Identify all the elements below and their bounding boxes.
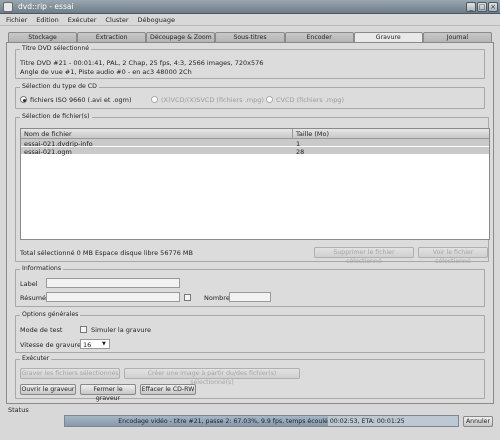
- burn-speed-label: Vitesse de gravure: [20, 341, 81, 349]
- simulate-label: Simuler la gravure: [91, 326, 152, 334]
- menu-edition[interactable]: Edition: [30, 14, 62, 24]
- summary-checkbox[interactable]: [184, 294, 191, 301]
- create-image-button[interactable]: Créer une image à partir du/des fichier(…: [124, 368, 300, 386]
- tab-extraction[interactable]: Extraction: [77, 32, 147, 42]
- dropdown-arrow-icon: ▼: [102, 341, 106, 347]
- close-burner-button[interactable]: Fermer le graveur: [80, 384, 136, 402]
- burn-speed-value: 16: [83, 341, 92, 349]
- label-input[interactable]: [46, 278, 180, 288]
- maximize-icon[interactable]: □: [477, 2, 487, 12]
- progress-text: Encodage vidéo - titre #21, passe 2: 67.…: [118, 418, 405, 425]
- label-field-label: Label: [20, 280, 38, 288]
- dvd-title-info: Titre DVD #21 - 00:01:41, PAL, 2 Chap, 2…: [20, 59, 264, 67]
- row-filename: essai-021.ogm: [24, 147, 72, 156]
- status-label: Status: [8, 406, 29, 414]
- summary-field-label: Résumé: [20, 294, 47, 302]
- file-selection-group: Sélection de fichier(s) Nom de fichier T…: [15, 113, 490, 265]
- iso-radio-label: fichiers ISO 9660 (.avi et .ogm): [30, 96, 132, 104]
- view-file-button[interactable]: Voir le fichier sélectionné: [418, 247, 488, 265]
- execute-header: Exécuter: [20, 355, 52, 362]
- column-filename[interactable]: Nom de fichier: [21, 129, 293, 139]
- window-title: dvd::rip - essai: [18, 2, 74, 11]
- file-table[interactable]: Nom de fichier Taille (Mo) essai-021.dvd…: [20, 128, 490, 240]
- general-options-group: Options générales Mode de test Simuler l…: [15, 311, 485, 353]
- close-icon[interactable]: ×: [488, 2, 498, 12]
- cvcd-radio[interactable]: [266, 96, 273, 103]
- cd-type-header: Sélection du type de CD: [20, 83, 99, 90]
- tab-sous-titres[interactable]: Sous-titres: [215, 32, 285, 42]
- number-field-label: Nombre: [204, 294, 230, 302]
- menu-bar: Fichier Edition Exécuter Cluster Déboguage: [0, 14, 500, 26]
- tab-gravure[interactable]: Gravure: [353, 32, 423, 42]
- cvcd-radio-label: CVCD (fichiers .mpg): [276, 96, 345, 104]
- general-options-header: Options générales: [20, 311, 81, 318]
- cd-type-group: Sélection du type de CD fichiers ISO 966…: [15, 83, 485, 109]
- menu-fichier[interactable]: Fichier: [0, 14, 30, 24]
- gravure-panel: Titre DVD sélectionné Titre DVD #21 - 00…: [6, 42, 494, 404]
- menu-cluster[interactable]: Cluster: [99, 14, 131, 24]
- test-mode-label: Mode de test: [20, 326, 63, 334]
- tab-encoder[interactable]: Encoder: [284, 32, 354, 42]
- app-icon: [3, 2, 13, 12]
- minimize-icon[interactable]: _: [466, 2, 476, 12]
- open-burner-button[interactable]: Ouvrir le graveur: [20, 384, 76, 395]
- informations-header: Informations: [20, 265, 64, 272]
- menu-deboguage[interactable]: Déboguage: [132, 14, 178, 24]
- tab-decoupage-zoom[interactable]: Découpage & Zoom: [146, 32, 216, 42]
- tab-journal[interactable]: Journal: [422, 32, 492, 42]
- delete-file-button[interactable]: Supprimer le fichier sélectionné: [314, 247, 414, 265]
- informations-group: Informations Label Résumé Nombre: [15, 265, 485, 307]
- number-input[interactable]: [229, 292, 271, 302]
- table-row[interactable]: essai-021.dvdrip-info 1: [21, 139, 489, 148]
- dvd-title-header: Titre DVD sélectionné: [20, 45, 92, 52]
- erase-cdrw-button[interactable]: Effacer le CD-RW: [140, 384, 196, 395]
- menu-executer[interactable]: Exécuter: [62, 14, 100, 24]
- burn-speed-select[interactable]: 16 ▼: [80, 339, 110, 349]
- iso-radio[interactable]: [20, 96, 27, 103]
- cancel-button[interactable]: Annuler: [463, 416, 493, 427]
- vcd-radio[interactable]: [151, 96, 158, 103]
- table-row[interactable]: essai-021.ogm 28: [21, 147, 489, 156]
- burn-files-button[interactable]: Graver les fichiers sélectionnés: [20, 368, 120, 379]
- dvd-title-group: Titre DVD sélectionné Titre DVD #21 - 00…: [15, 45, 485, 79]
- title-bar: dvd::rip - essai _ □ ×: [0, 0, 500, 14]
- vcd-radio-label: (X)VCD/(X)SVCD (fichiers .mpg): [161, 96, 264, 104]
- tab-bar: Stockage Extraction Découpage & Zoom Sou…: [8, 32, 492, 42]
- execute-group: Exécuter Graver les fichiers sélectionné…: [15, 355, 485, 402]
- simulate-checkbox[interactable]: [80, 326, 87, 333]
- row-size: 28: [296, 147, 305, 156]
- disk-space-summary: Total sélectionné 0 MB Espace disque lib…: [20, 249, 193, 257]
- column-size[interactable]: Taille (Mo): [293, 129, 489, 139]
- tab-stockage[interactable]: Stockage: [8, 32, 78, 42]
- status-progress-bar: Encodage vidéo - titre #21, passe 2: 67.…: [64, 415, 459, 427]
- dvd-audio-info: Angle de vue #1, Piste audio #0 - en ac3…: [20, 68, 192, 76]
- summary-input[interactable]: [46, 292, 180, 302]
- file-selection-header: Sélection de fichier(s): [20, 113, 92, 120]
